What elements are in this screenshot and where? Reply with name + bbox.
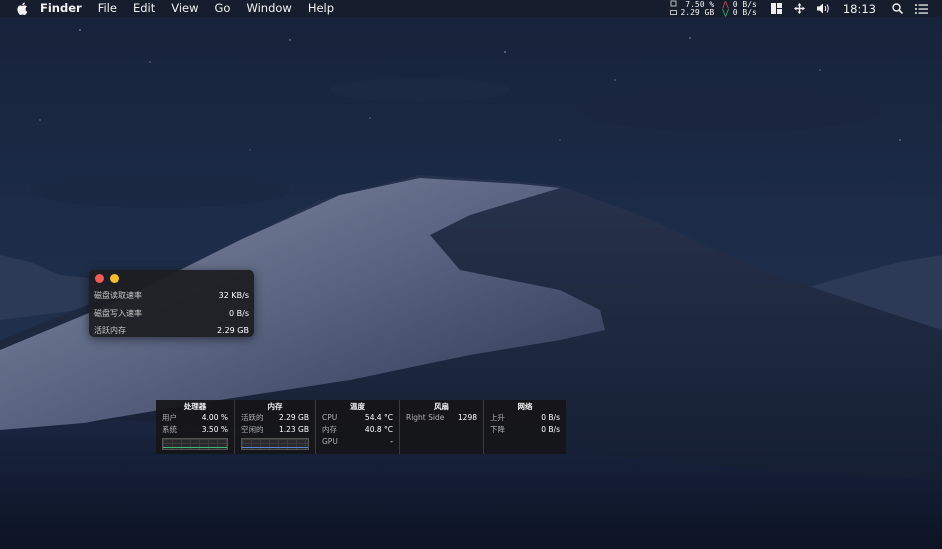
minimize-button[interactable] [110,274,119,283]
net-up-value: 0 B/s [541,413,560,422]
cpu-user-value: 4.00 % [201,413,228,422]
memory-active-label: 活跃的 [241,413,264,422]
menu-file[interactable]: File [98,0,117,17]
layout-icon[interactable] [770,3,782,14]
cpu-title: 处理器 [183,402,207,411]
network-section: 网络 上升 0 B/s 下降 0 B/s [484,400,566,454]
temp-cpu-value: 54.4 °C [364,413,393,422]
menu-go[interactable]: Go [215,0,231,17]
disk-read-row: 磁盘读取速率 32 KB/s [94,287,249,305]
menu-app-name[interactable]: Finder [40,0,82,17]
cpu-system-label: 系统 [162,425,177,434]
net-down-value: 0 B/s [541,425,560,434]
disk-write-row: 磁盘写入速率 0 B/s [94,305,249,323]
temp-memory-row: 内存 40.8 °C [322,424,393,436]
menubar-system-stats[interactable]: 7.50 % 2.29 GB [669,0,714,18]
cpu-section: 处理器 用户 4.00 % 系统 3.50 % [156,400,235,454]
search-icon[interactable] [892,3,903,14]
cpu-chip-icon [670,0,677,9]
move-icon[interactable] [793,3,805,14]
memory-active-value: 2.29 GB [278,413,309,422]
volume-icon[interactable] [816,3,831,14]
fan-right-value: 1298 [457,413,477,422]
menu-window[interactable]: Window [246,0,291,17]
cpu-user-label: 用户 [162,413,177,422]
memory-free-label: 空闲的 [241,425,264,434]
menubar-clock[interactable]: 18:13 [843,2,876,16]
fan-section: 风扇 Right Side 1298 [400,400,484,454]
net-up-row: 上升 0 B/s [490,412,560,424]
close-button[interactable] [95,274,104,283]
disk-read-label: 磁盘读取速率 [94,291,142,301]
window-controls [95,274,125,283]
fan-right-label: Right Side [406,413,445,422]
temperature-section: 温度 CPU 54.4 °C 内存 40.8 °C GPU - [316,400,400,454]
fan-title: 风扇 [434,402,449,411]
temperature-title: 温度 [350,402,365,411]
temp-cpu-label: CPU [322,413,338,422]
net-down-row: 下降 0 B/s [490,424,560,436]
menubar-network-stats[interactable]: ⋀ ⋁ 0 B/s 0 B/s [722,0,757,17]
disk-write-value: 0 B/s [229,308,249,318]
list-icon[interactable] [915,3,928,14]
cpu-system-row: 系统 3.50 % [162,424,228,436]
net-down-label: 下降 [490,425,505,434]
download-arrow-icon: ⋁ [722,7,729,17]
memory-free-value: 1.23 GB [278,425,309,434]
menu-bar: Finder File Edit View Go Window Help 7.5… [0,0,942,17]
temp-gpu-label: GPU [322,437,338,446]
active-memory-value: 2.29 GB [216,326,249,336]
net-up-label: 上升 [490,413,505,422]
menu-view[interactable]: View [171,0,198,17]
memory-section: 内存 活跃的 2.29 GB 空闲的 1.23 GB [235,400,316,454]
cpu-system-value: 3.50 % [201,425,228,434]
system-stats-panel: 处理器 用户 4.00 % 系统 3.50 % 内存 活跃的 2.29 GB 空… [156,400,566,454]
network-title: 网络 [517,402,533,411]
temp-memory-value: 40.8 °C [364,425,393,434]
temp-gpu-value: - [390,437,393,446]
temp-cpu-row: CPU 54.4 °C [322,412,393,424]
memory-active-row: 活跃的 2.29 GB [241,412,309,424]
cpu-history-graph [162,438,228,450]
fan-right-row: Right Side 1298 [406,412,477,424]
active-memory-row: 活跃内存 2.29 GB [94,322,249,340]
apple-icon[interactable] [12,2,32,15]
temp-gpu-row: GPU - [322,436,393,448]
cpu-user-row: 用户 4.00 % [162,412,228,424]
menubar-mem-used: 2.29 GB [680,7,715,17]
active-memory-label: 活跃内存 [94,326,126,336]
disk-read-value: 32 KB/s [218,291,249,301]
temp-memory-label: 内存 [322,425,337,434]
disk-activity-window: 磁盘读取速率 32 KB/s 磁盘写入速率 0 B/s 活跃内存 2.29 GB [89,270,254,337]
memory-title: 内存 [267,402,283,411]
memory-free-row: 空闲的 1.23 GB [241,424,309,436]
menu-help[interactable]: Help [308,0,334,17]
memory-icon [669,9,677,18]
memory-history-graph [241,438,309,450]
menubar-net-down: 0 B/s [732,7,757,17]
disk-write-label: 磁盘写入速率 [94,308,142,318]
menu-edit[interactable]: Edit [133,0,155,17]
